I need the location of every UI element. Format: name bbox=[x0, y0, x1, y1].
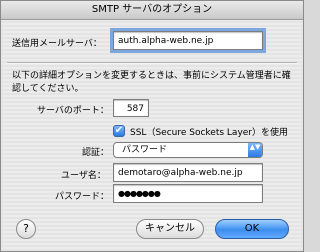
auth-selected: パスワード bbox=[122, 145, 168, 155]
divider bbox=[7, 62, 297, 64]
checkmark-icon: ✔ bbox=[114, 125, 124, 136]
ssl-label: SSL（Secure Sockets Layer）を使用 bbox=[130, 128, 289, 138]
window-title: SMTP サーバのオプション bbox=[1, 1, 303, 20]
port-label: サーバのポート： bbox=[37, 106, 109, 116]
server-label: 送信用メールサーバ： bbox=[12, 39, 102, 49]
help-button[interactable]: ? bbox=[16, 219, 36, 239]
username-input[interactable]: demotaro@alpha-web.ne.jp bbox=[113, 163, 263, 182]
popup-arrows-icon: ▲▼ bbox=[248, 143, 262, 157]
advanced-note-line2: 認してください。 bbox=[12, 84, 84, 94]
ok-button[interactable]: OK bbox=[215, 219, 289, 239]
auth-label: 認証： bbox=[82, 148, 110, 158]
server-input[interactable]: auth.alpha-web.ne.jp bbox=[110, 28, 266, 53]
smtp-options-dialog: SMTP サーバのオプション 送信用メールサーバ： auth.alpha-web… bbox=[0, 0, 304, 252]
auth-popup[interactable]: パスワード ▲▼ bbox=[113, 142, 263, 158]
advanced-note-line1: 以下の詳細オプションを変更するときは、事前にシステム管理者に確 bbox=[12, 71, 291, 81]
username-label: ユーザ名： bbox=[61, 171, 106, 181]
question-mark-icon: ? bbox=[23, 222, 29, 235]
cancel-button[interactable]: キャンセル bbox=[136, 219, 204, 239]
port-input[interactable]: 587 bbox=[113, 99, 149, 117]
password-label: パスワード： bbox=[55, 192, 110, 202]
password-input[interactable]: ●●●●●●● bbox=[113, 184, 263, 203]
ssl-checkbox[interactable]: ✔ bbox=[113, 125, 125, 137]
